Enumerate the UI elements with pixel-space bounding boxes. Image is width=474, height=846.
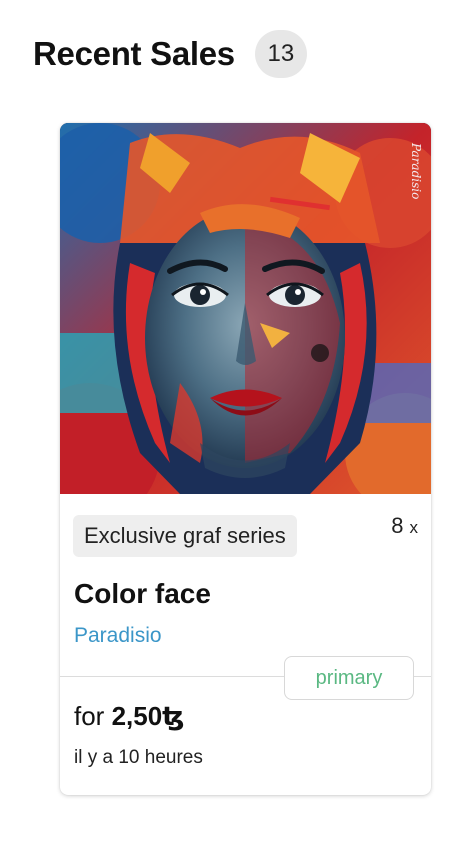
creator-link[interactable]: Paradisio (74, 624, 162, 648)
edition-count-value: 8 (391, 513, 404, 538)
artwork-image[interactable]: Paradisio (60, 123, 431, 494)
sales-count-badge: 13 (254, 30, 307, 78)
section-header: Recent Sales 13 (33, 30, 307, 78)
artwork-illustration (60, 123, 431, 494)
item-name[interactable]: Color face (74, 578, 211, 610)
sale-card[interactable]: Paradisio Exclusive graf series 8x Color… (60, 123, 431, 795)
price-amount: 2,50ꜩ (111, 701, 185, 731)
tag-row: Exclusive graf series 8x (73, 513, 418, 557)
sale-time: il y a 10 heures (74, 747, 203, 768)
artwork-signature: Paradisio (409, 143, 423, 200)
edition-multiplier: x (409, 518, 419, 537)
edition-count: 8x (391, 513, 418, 539)
sale-price: for 2,50ꜩ (74, 701, 184, 732)
collection-tag[interactable]: Exclusive graf series (73, 515, 297, 557)
price-prefix: for (74, 701, 105, 731)
market-type-badge: primary (284, 656, 414, 700)
section-title: Recent Sales (33, 35, 235, 72)
